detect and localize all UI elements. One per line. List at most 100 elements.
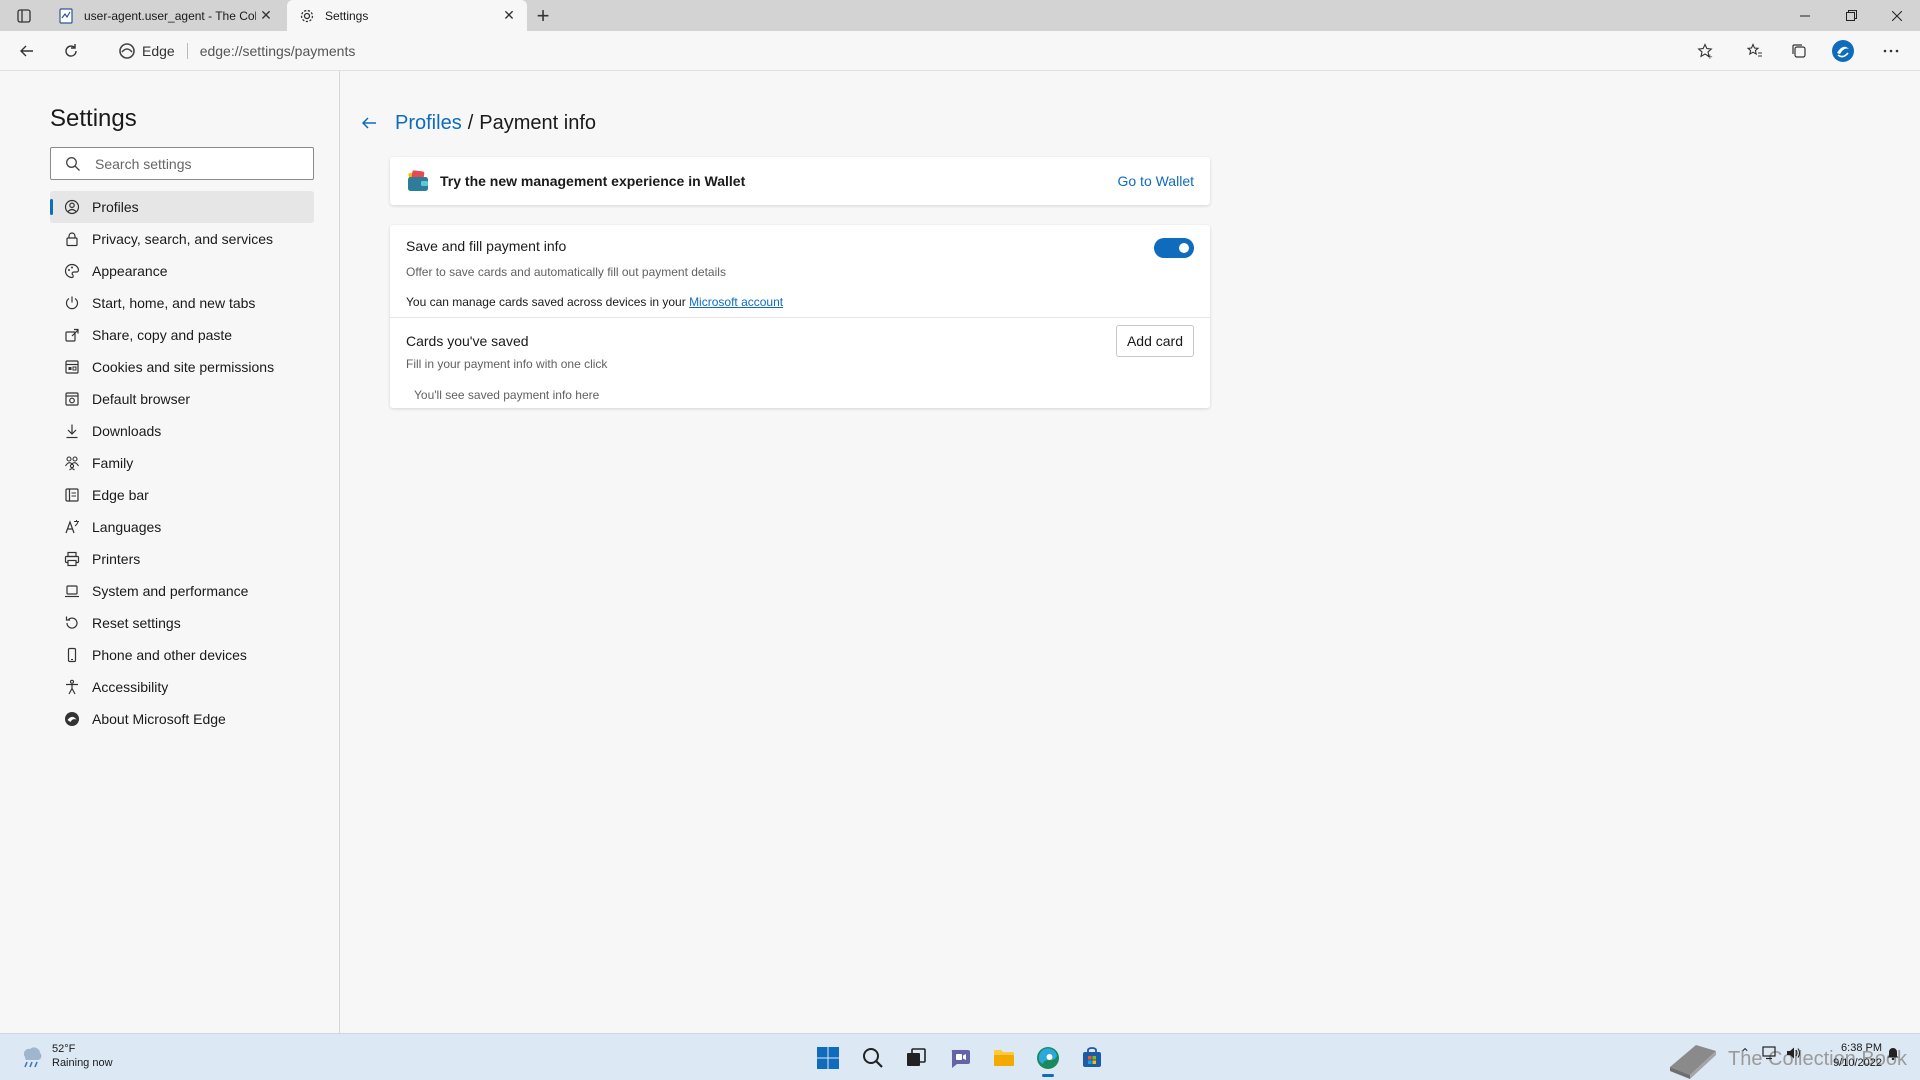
go-to-wallet-link[interactable]: Go to Wallet bbox=[1117, 173, 1194, 189]
sidebar-item-profiles[interactable]: Profiles bbox=[50, 191, 314, 223]
sidebar-item-cookies[interactable]: Cookies and site permissions bbox=[50, 351, 314, 383]
edge-logo-icon bbox=[118, 42, 136, 60]
sidebar-item-languages[interactable]: Languages bbox=[50, 511, 314, 543]
profile-avatar-icon[interactable] bbox=[1828, 37, 1858, 65]
sidebar-item-label: Reset settings bbox=[92, 615, 181, 631]
address-bar[interactable]: Edge edge://settings/payments bbox=[110, 36, 1725, 66]
collections-icon[interactable] bbox=[1784, 37, 1814, 65]
sidebar-item-label: Profiles bbox=[92, 199, 139, 215]
sidebar-item-label: Accessibility bbox=[92, 679, 169, 695]
sidebar-item-label: Start, home, and new tabs bbox=[92, 295, 256, 311]
printer-icon bbox=[64, 551, 80, 567]
tab-title: user-agent.user_agent - The Coll bbox=[84, 8, 256, 23]
favorites-icon[interactable] bbox=[1740, 37, 1770, 65]
search-icon[interactable] bbox=[857, 1042, 889, 1074]
notification-icon[interactable] bbox=[1886, 1046, 1900, 1063]
sidebar-item-appearance[interactable]: Appearance bbox=[50, 255, 314, 287]
cards-saved-title: Cards you've saved bbox=[406, 333, 529, 349]
file-explorer-icon[interactable] bbox=[988, 1042, 1020, 1074]
family-icon bbox=[64, 455, 80, 471]
svg-text:+: + bbox=[1707, 53, 1713, 59]
taskbar: 52°F Raining now The Collection Book ⌃ 6… bbox=[0, 1033, 1920, 1080]
sidebar-item-edge-bar[interactable]: Edge bar bbox=[50, 479, 314, 511]
add-card-button[interactable]: Add card bbox=[1115, 325, 1194, 357]
clock[interactable]: 6:38 PM 9/10/2022 bbox=[1833, 1041, 1882, 1071]
settings-content: Profiles / Payment info Try the new mana… bbox=[341, 71, 1920, 1033]
close-tab-icon[interactable]: ✕ bbox=[256, 6, 276, 26]
cookies-icon bbox=[64, 359, 80, 375]
browser-icon bbox=[64, 391, 80, 407]
sidebar-item-label: About Microsoft Edge bbox=[92, 711, 226, 727]
search-input[interactable] bbox=[95, 155, 305, 172]
sidebar-item-label: Edge bar bbox=[92, 487, 149, 503]
sidebar-item-privacy[interactable]: Privacy, search, and services bbox=[50, 223, 314, 255]
task-view-icon[interactable] bbox=[900, 1042, 932, 1074]
volume-icon[interactable] bbox=[1786, 1046, 1802, 1063]
toggle-knob bbox=[1179, 243, 1189, 253]
power-icon bbox=[64, 295, 80, 311]
back-arrow-icon[interactable] bbox=[12, 37, 42, 65]
palette-icon bbox=[64, 263, 80, 279]
sidebar-item-printers[interactable]: Printers bbox=[50, 543, 314, 575]
refresh-icon[interactable] bbox=[56, 37, 86, 65]
sidebar-item-family[interactable]: Family bbox=[50, 447, 314, 479]
sidebar-item-phone[interactable]: Phone and other devices bbox=[50, 639, 314, 671]
sidebar-item-start-home[interactable]: Start, home, and new tabs bbox=[50, 287, 314, 319]
sidebar-item-about[interactable]: About Microsoft Edge bbox=[50, 703, 314, 735]
close-window-icon[interactable] bbox=[1874, 0, 1920, 31]
url-text[interactable]: edge://settings/payments bbox=[200, 43, 356, 59]
weather-widget[interactable]: 52°F Raining now bbox=[18, 1042, 113, 1070]
minimize-icon[interactable] bbox=[1782, 0, 1828, 31]
empty-cards-text: You'll see saved payment info here bbox=[414, 388, 600, 402]
sidebar-item-system[interactable]: System and performance bbox=[50, 575, 314, 607]
sidebar-item-share[interactable]: Share, copy and paste bbox=[50, 319, 314, 351]
tab-user-agent[interactable]: user-agent.user_agent - The Coll ✕ bbox=[46, 0, 284, 31]
more-menu-icon[interactable] bbox=[1876, 37, 1906, 65]
book-icon bbox=[1670, 1045, 1716, 1079]
search-box[interactable] bbox=[50, 147, 314, 180]
microsoft-account-link[interactable]: Microsoft account bbox=[689, 295, 783, 309]
sidebar-item-accessibility[interactable]: Accessibility bbox=[50, 671, 314, 703]
sidebar-item-label: Printers bbox=[92, 551, 141, 567]
close-tab-icon[interactable]: ✕ bbox=[499, 6, 519, 26]
reset-icon bbox=[64, 615, 80, 631]
address-separator bbox=[186, 43, 188, 59]
edge-taskbar-icon[interactable] bbox=[1032, 1042, 1064, 1077]
save-fill-toggle[interactable] bbox=[1154, 238, 1194, 258]
tab-actions-icon[interactable] bbox=[10, 5, 38, 27]
add-favorite-icon[interactable]: + bbox=[1690, 37, 1720, 65]
phone-icon bbox=[64, 647, 80, 663]
profile-icon bbox=[64, 199, 80, 215]
sidebar-item-label: Downloads bbox=[92, 423, 162, 439]
sidebar-item-downloads[interactable]: Downloads bbox=[50, 415, 314, 447]
restore-icon[interactable] bbox=[1828, 0, 1874, 31]
manage-cards-note: You can manage cards saved across device… bbox=[406, 295, 783, 309]
browser-toolbar: Edge edge://settings/payments + bbox=[0, 31, 1920, 71]
weather-desc: Raining now bbox=[52, 1057, 113, 1069]
start-icon[interactable] bbox=[812, 1042, 844, 1074]
chat-icon[interactable] bbox=[944, 1042, 976, 1074]
tab-settings[interactable]: Settings ✕ bbox=[287, 0, 527, 31]
back-arrow-icon[interactable] bbox=[357, 111, 381, 135]
lock-icon bbox=[64, 231, 80, 247]
manage-cards-note-text: You can manage cards saved across device… bbox=[406, 295, 690, 309]
sidebar-item-label: Languages bbox=[92, 519, 162, 535]
site-label: Edge bbox=[142, 43, 175, 59]
network-icon[interactable] bbox=[1762, 1046, 1778, 1063]
store-icon[interactable] bbox=[1076, 1042, 1108, 1074]
sidebar-item-default-browser[interactable]: Default browser bbox=[50, 383, 314, 415]
wallet-banner-text: Try the new management experience in Wal… bbox=[440, 173, 746, 189]
cards-saved-subtitle: Fill in your payment info with one click bbox=[406, 357, 608, 371]
breadcrumb-profiles-link[interactable]: Profiles bbox=[395, 112, 462, 135]
search-icon bbox=[65, 156, 81, 172]
edge-bar-icon bbox=[64, 487, 80, 503]
edge-logo-icon bbox=[64, 711, 80, 727]
sidebar-item-reset[interactable]: Reset settings bbox=[50, 607, 314, 639]
new-tab-button[interactable]: + bbox=[531, 3, 555, 28]
sidebar-item-label: Phone and other devices bbox=[92, 647, 247, 663]
wallet-icon bbox=[406, 169, 430, 193]
page-title: Payment info bbox=[479, 111, 596, 134]
chevron-up-icon[interactable]: ⌃ bbox=[1740, 1046, 1750, 1060]
weather-temp: 52°F bbox=[52, 1043, 76, 1055]
clock-time: 6:38 PM bbox=[1841, 1042, 1882, 1054]
